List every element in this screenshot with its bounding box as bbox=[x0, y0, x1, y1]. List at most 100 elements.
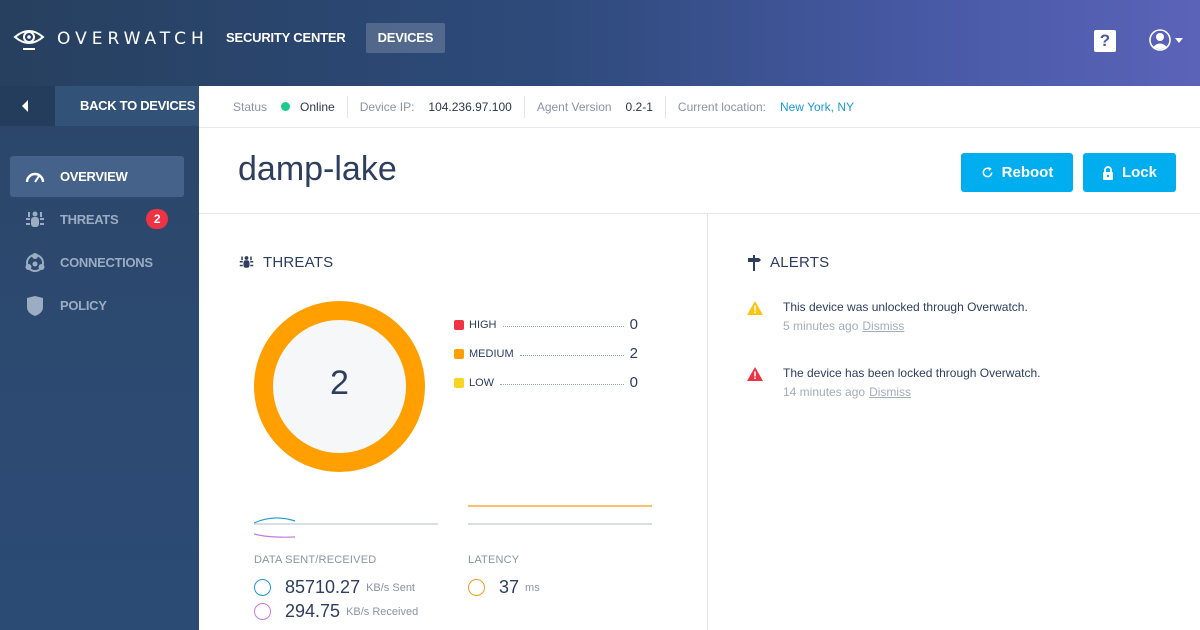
bug-icon bbox=[24, 209, 46, 231]
lock-icon bbox=[1102, 165, 1113, 180]
sidebar: BACK TO DEVICES OVERVIEW THREATS 2 CONNE… bbox=[0, 86, 199, 630]
eye-logo-icon bbox=[13, 30, 45, 50]
top-nav: SECURITY CENTER DEVICES bbox=[214, 23, 453, 53]
status-value: Online bbox=[300, 99, 335, 114]
ip-label: Device IP: bbox=[359, 99, 415, 114]
panel-divider bbox=[707, 214, 708, 630]
nav-security-center[interactable]: SECURITY CENTER bbox=[214, 23, 358, 53]
alerts-section-title: ALERTS bbox=[747, 254, 829, 271]
bug-icon bbox=[239, 256, 254, 268]
sent-value: 85710.27 bbox=[285, 577, 361, 597]
legend-label: MEDIUM bbox=[469, 347, 514, 360]
signpost-icon bbox=[748, 254, 761, 271]
threat-count-badge: 2 bbox=[146, 209, 168, 229]
legend-value: 0 bbox=[629, 374, 638, 391]
sidebar-item-connections[interactable]: CONNECTIONS bbox=[10, 242, 184, 283]
error-icon bbox=[747, 367, 763, 381]
legend-swatch-medium bbox=[454, 348, 464, 359]
chevron-down-icon bbox=[1175, 37, 1183, 43]
back-arrow-icon bbox=[0, 86, 55, 126]
latency-sparkline bbox=[468, 505, 652, 525]
lock-label: Lock bbox=[1121, 164, 1157, 181]
received-value: 294.75 bbox=[285, 601, 341, 621]
sidebar-item-policy[interactable]: POLICY bbox=[10, 285, 184, 326]
ip-segment: Device IP: 104.236.97.100 bbox=[346, 95, 524, 118]
top-header: OVERWATCH SECURITY CENTER DEVICES ? bbox=[0, 0, 1200, 86]
online-indicator bbox=[281, 102, 291, 111]
latency-label: LATENCY bbox=[468, 554, 520, 566]
legend-label: LOW bbox=[469, 376, 495, 389]
reboot-label: Reboot bbox=[1001, 164, 1054, 181]
sidebar-item-label: CONNECTIONS bbox=[60, 255, 153, 270]
agent-label: Agent Version bbox=[536, 99, 612, 114]
legend-swatch-low bbox=[454, 377, 464, 388]
sidebar-item-overview[interactable]: OVERVIEW bbox=[10, 156, 184, 197]
latency-metric: 37 ms bbox=[468, 577, 540, 598]
threats-total: 2 bbox=[330, 364, 349, 402]
brand-name: OVERWATCH bbox=[57, 29, 209, 49]
sent-sparkline bbox=[254, 517, 296, 524]
refresh-icon bbox=[982, 166, 993, 178]
agent-value: 0.2-1 bbox=[625, 99, 653, 114]
sent-unit: KB/s Sent bbox=[366, 581, 415, 594]
latency-ring-icon bbox=[468, 579, 485, 596]
legend-value: 0 bbox=[629, 316, 638, 333]
user-avatar-icon bbox=[1149, 29, 1171, 51]
sidebar-item-threats[interactable]: THREATS 2 bbox=[10, 199, 184, 240]
legend-row-medium[interactable]: MEDIUM 2 bbox=[454, 339, 638, 368]
latency-unit: ms bbox=[525, 581, 540, 594]
alert-message: This device was unlocked through Overwat… bbox=[783, 300, 1028, 314]
received-metric: 294.75 KB/s Received bbox=[254, 601, 418, 622]
side-nav: OVERVIEW THREATS 2 CONNECTIONS POLICY bbox=[10, 156, 184, 328]
speedometer-icon bbox=[24, 166, 46, 188]
sent-ring-icon bbox=[254, 579, 271, 596]
received-unit: KB/s Received bbox=[346, 605, 419, 618]
leader-dots bbox=[500, 384, 624, 385]
back-label: BACK TO DEVICES bbox=[55, 86, 199, 126]
nav-devices[interactable]: DEVICES bbox=[365, 23, 446, 53]
legend-row-high[interactable]: HIGH 0 bbox=[454, 310, 638, 339]
threat-legend: HIGH 0 MEDIUM 2 LOW 0 bbox=[454, 310, 638, 397]
data-sent-received-label: DATA SENT/RECEIVED bbox=[254, 554, 377, 566]
legend-value: 2 bbox=[629, 345, 638, 362]
location-segment: Current location: New York, NY bbox=[664, 95, 866, 118]
status-segment: Status Online bbox=[199, 96, 347, 118]
location-link[interactable]: New York, NY bbox=[780, 100, 854, 114]
sidebar-item-label: POLICY bbox=[60, 298, 107, 313]
reboot-button[interactable]: Reboot bbox=[961, 153, 1073, 192]
logo[interactable]: OVERWATCH bbox=[13, 27, 209, 51]
agent-segment: Agent Version 0.2-1 bbox=[523, 95, 665, 118]
help-icon[interactable]: ? bbox=[1094, 30, 1116, 52]
leader-dots bbox=[502, 326, 624, 327]
received-ring-icon bbox=[254, 603, 271, 620]
alert-time: 14 minutes ago bbox=[783, 385, 866, 399]
sidebar-item-label: OVERVIEW bbox=[60, 169, 128, 184]
leader-dots bbox=[519, 355, 624, 356]
data-sparkline bbox=[254, 517, 438, 538]
network-icon bbox=[24, 252, 46, 274]
device-name: damp-lake bbox=[238, 150, 397, 188]
legend-label: HIGH bbox=[469, 318, 497, 331]
location-label: Current location: bbox=[677, 99, 766, 114]
threats-title: THREATS bbox=[263, 254, 334, 271]
legend-row-low[interactable]: LOW 0 bbox=[454, 368, 638, 397]
dismiss-link[interactable]: Dismiss bbox=[869, 385, 911, 399]
sent-metric: 85710.27 KB/s Sent bbox=[254, 577, 415, 598]
user-menu[interactable] bbox=[1149, 29, 1183, 51]
alert-item: This device was unlocked through Overwat… bbox=[747, 300, 1028, 333]
back-to-devices-button[interactable]: BACK TO DEVICES bbox=[0, 86, 199, 126]
alert-time: 5 minutes ago bbox=[783, 319, 859, 333]
alert-message: The device has been locked through Overw… bbox=[783, 366, 1041, 380]
threats-section-title: THREATS bbox=[239, 254, 333, 271]
shield-icon bbox=[24, 295, 46, 317]
device-header: damp-lake Reboot Lock bbox=[199, 128, 1200, 214]
status-label: Status bbox=[233, 99, 268, 114]
received-sparkline bbox=[254, 533, 296, 538]
sidebar-item-label: THREATS bbox=[60, 212, 119, 227]
device-status-bar: Status Online Device IP: 104.236.97.100 … bbox=[199, 86, 1200, 128]
dismiss-link[interactable]: Dismiss bbox=[862, 319, 904, 333]
alerts-title: ALERTS bbox=[770, 254, 830, 271]
legend-swatch-high bbox=[454, 319, 464, 330]
lock-button[interactable]: Lock bbox=[1083, 153, 1176, 192]
ip-value: 104.236.97.100 bbox=[428, 99, 512, 114]
